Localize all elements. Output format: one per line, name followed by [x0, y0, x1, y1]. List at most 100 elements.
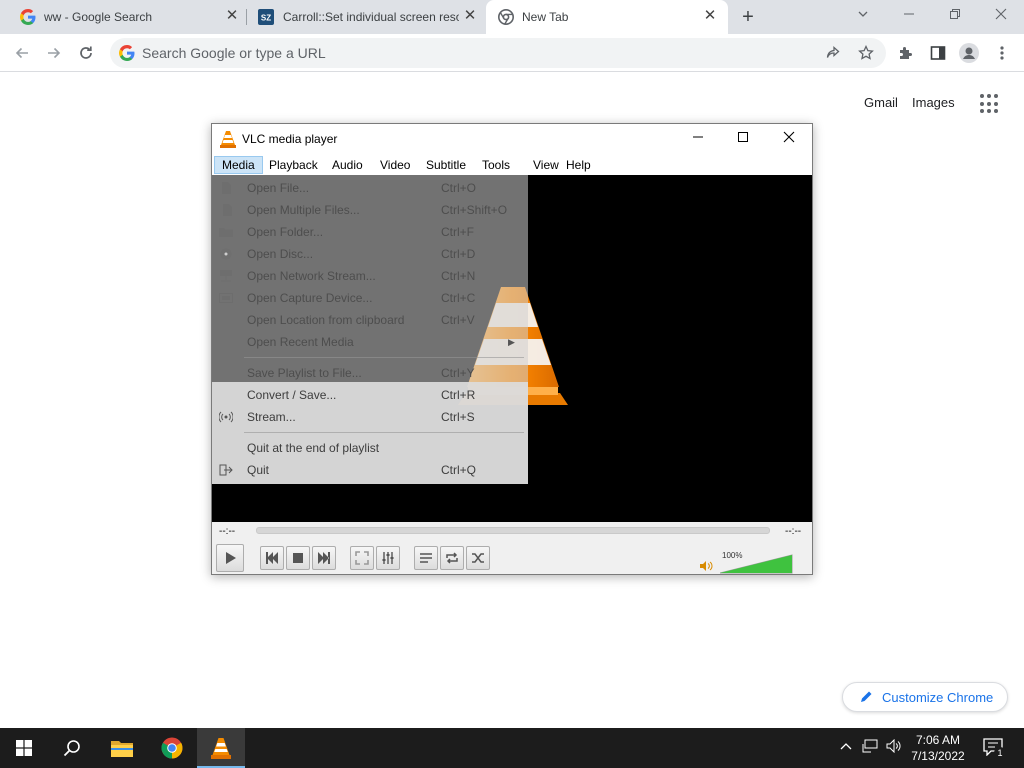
bookmark-star-icon[interactable]: [855, 42, 877, 64]
shuffle-button[interactable]: [466, 546, 490, 570]
address-input[interactable]: [142, 43, 802, 63]
vlc-taskbar-button[interactable]: [197, 728, 245, 768]
menu-item-quit[interactable]: Quit Ctrl+Q: [212, 459, 528, 481]
side-panel-icon[interactable]: [927, 42, 949, 64]
quit-icon: [219, 464, 233, 476]
tab-search-icon[interactable]: [849, 4, 877, 26]
menu-item-open-capture-device[interactable]: Open Capture Device... Ctrl+C: [212, 287, 528, 309]
reload-icon[interactable]: [75, 42, 97, 64]
folder-icon: [111, 741, 133, 757]
vlc-window: VLC media player Media Playback Audio Vi…: [211, 123, 813, 575]
start-button[interactable]: [0, 728, 48, 768]
tab-carroll[interactable]: SZ Carroll::Set individual screen reso ✕: [247, 0, 485, 34]
menu-item-label: Open Capture Device...: [247, 291, 373, 305]
notification-center-button[interactable]: 1: [983, 738, 1006, 761]
tab-new-tab[interactable]: New Tab ✕: [486, 0, 728, 34]
menu-playback[interactable]: Playback: [262, 156, 325, 174]
images-link[interactable]: Images: [912, 95, 955, 110]
menu-item-label: Open Location from clipboard: [247, 313, 405, 327]
seek-slider[interactable]: [256, 527, 770, 534]
minimize-button[interactable]: [895, 4, 923, 26]
omnibox[interactable]: [110, 38, 886, 68]
customize-chrome-button[interactable]: Customize Chrome: [842, 682, 1008, 712]
gmail-link[interactable]: Gmail: [864, 95, 898, 110]
network-icon[interactable]: [862, 739, 878, 756]
menu-item-convert-save[interactable]: Convert / Save... Ctrl+R: [212, 384, 528, 406]
vlc-close-button[interactable]: [767, 128, 811, 150]
menu-item-open-network-stream[interactable]: Open Network Stream... Ctrl+N: [212, 265, 528, 287]
google-icon: [20, 9, 36, 25]
search-button[interactable]: [48, 728, 96, 768]
playlist-button[interactable]: [414, 546, 438, 570]
menu-subtitle[interactable]: Subtitle: [419, 156, 473, 174]
show-hidden-icons[interactable]: [840, 739, 852, 754]
previous-button[interactable]: [260, 546, 284, 570]
loop-icon: [446, 552, 458, 564]
vlc-cone-icon: [220, 131, 236, 148]
menu-item-shortcut: Ctrl+Q: [441, 463, 477, 477]
vlc-window-title: VLC media player: [242, 132, 338, 146]
disc-icon: [220, 248, 232, 260]
google-icon: [119, 45, 135, 61]
close-tab-icon[interactable]: ✕: [702, 8, 718, 24]
menu-item-open-location-clipboard[interactable]: Open Location from clipboard Ctrl+V: [212, 309, 528, 331]
folder-icon: [219, 228, 233, 237]
google-apps-icon[interactable]: [980, 94, 1000, 114]
volume-slider[interactable]: [720, 554, 794, 574]
tab-title: ww - Google Search: [44, 10, 153, 24]
menu-separator: [244, 432, 524, 433]
file-explorer-button[interactable]: [98, 728, 146, 768]
play-button[interactable]: [216, 544, 244, 572]
menu-item-quit-end-playlist[interactable]: Quit at the end of playlist: [212, 437, 528, 459]
menu-item-open-disc[interactable]: Open Disc... Ctrl+D: [212, 243, 528, 265]
menu-item-stream[interactable]: Stream... Ctrl+S: [212, 406, 528, 428]
menu-item-shortcut: Ctrl+Shift+O: [441, 203, 508, 217]
menu-media[interactable]: Media: [214, 156, 263, 174]
menu-help[interactable]: Help: [559, 156, 598, 174]
total-time: --:--: [785, 526, 802, 537]
extended-settings-button[interactable]: [376, 546, 400, 570]
fullscreen-button[interactable]: [350, 546, 374, 570]
menu-separator: [244, 357, 524, 358]
share-icon[interactable]: [822, 42, 844, 64]
tab-google-search[interactable]: ww - Google Search ✕: [0, 0, 246, 34]
menu-item-label: Open Recent Media: [247, 335, 354, 349]
menu-item-open-recent-media[interactable]: Open Recent Media ▶: [212, 331, 528, 353]
files-icon: [223, 204, 232, 216]
menu-item-save-playlist[interactable]: Save Playlist to File... Ctrl+Y: [212, 362, 528, 384]
menu-item-label: Save Playlist to File...: [247, 366, 362, 380]
menu-item-shortcut: Ctrl+F: [441, 225, 474, 239]
forward-icon[interactable]: [43, 42, 65, 64]
submenu-arrow-icon: ▶: [508, 337, 515, 347]
speaker-icon[interactable]: [699, 560, 713, 572]
vlc-maximize-button[interactable]: [721, 128, 765, 150]
vlc-minimize-button[interactable]: [676, 128, 720, 150]
extensions-icon[interactable]: [895, 42, 917, 64]
menu-tools[interactable]: Tools: [475, 156, 517, 174]
menu-audio[interactable]: Audio: [325, 156, 370, 174]
loop-button[interactable]: [440, 546, 464, 570]
menu-item-open-file[interactable]: Open File... Ctrl+O: [212, 177, 528, 199]
menu-item-label: Open Multiple Files...: [247, 203, 360, 217]
new-tab-button[interactable]: +: [738, 7, 758, 28]
restore-button[interactable]: [941, 4, 969, 26]
close-tab-icon[interactable]: ✕: [224, 8, 240, 24]
profile-avatar[interactable]: [958, 42, 980, 64]
chrome-taskbar-button[interactable]: [148, 728, 196, 768]
menu-item-label: Stream...: [247, 410, 296, 424]
menu-item-shortcut: Ctrl+O: [441, 181, 477, 195]
menu-item-open-folder[interactable]: Open Folder... Ctrl+F: [212, 221, 528, 243]
close-window-button[interactable]: [987, 4, 1015, 26]
menu-item-open-multiple-files[interactable]: Open Multiple Files... Ctrl+Shift+O: [212, 199, 528, 221]
chrome-menu-icon[interactable]: [991, 42, 1013, 64]
stop-button[interactable]: [286, 546, 310, 570]
menu-item-label: Open Folder...: [247, 225, 324, 239]
taskbar-clock[interactable]: 7:06 AM 7/13/2022: [900, 732, 976, 764]
next-icon: [318, 552, 330, 564]
vlc-titlebar[interactable]: VLC media player: [212, 124, 812, 154]
seek-row: --:-- --:--: [212, 522, 812, 542]
menu-video[interactable]: Video: [373, 156, 417, 174]
back-icon[interactable]: [11, 42, 33, 64]
close-tab-icon[interactable]: ✕: [462, 8, 478, 24]
next-button[interactable]: [312, 546, 336, 570]
